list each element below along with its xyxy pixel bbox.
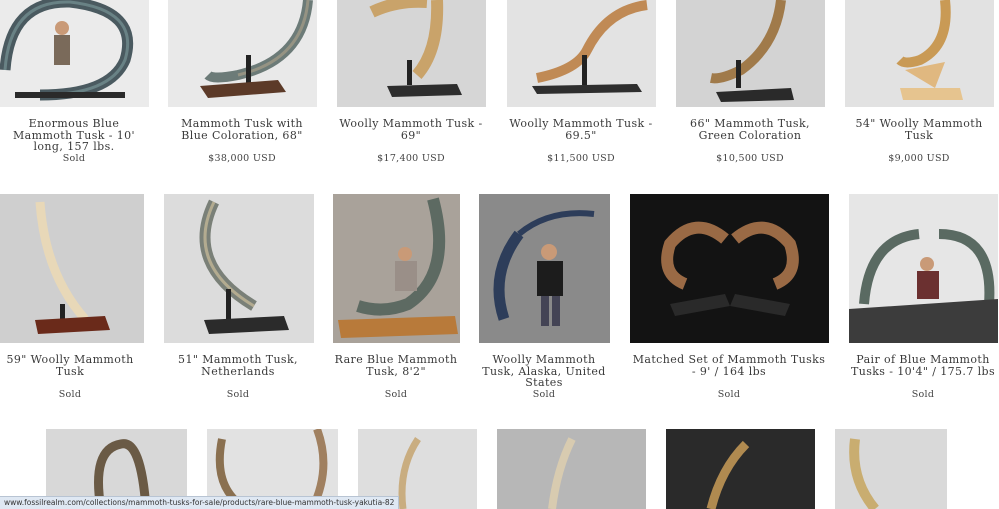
product-image[interactable] [849, 194, 998, 343]
product-title[interactable]: Woolly Mammoth Tusk - 69" [337, 118, 485, 141]
product-price: Sold [911, 389, 935, 400]
product-title[interactable]: 59" Woolly Mammoth Tusk [0, 354, 140, 377]
product-price: Sold [226, 389, 250, 400]
product-price: Sold [384, 389, 408, 400]
product-price: $9,000 USD [888, 153, 950, 164]
product-title[interactable]: Matched Set of Mammoth Tusks - 9' / 164 … [630, 354, 828, 377]
product-image[interactable] [479, 194, 610, 343]
product-title[interactable]: Woolly Mammoth Tusk, Alaska, United Stat… [479, 354, 609, 389]
product-image[interactable] [845, 0, 994, 107]
product-image[interactable] [666, 429, 815, 509]
product-price: Sold [717, 389, 741, 400]
product-image[interactable] [164, 194, 314, 343]
product-image[interactable] [676, 0, 825, 107]
product-image[interactable] [0, 194, 144, 343]
product-price: $11,500 USD [547, 153, 615, 164]
product-price: Sold [62, 153, 86, 164]
product-image[interactable] [497, 429, 646, 509]
product-price: Sold [532, 389, 556, 400]
product-image[interactable] [835, 429, 947, 509]
product-image[interactable] [507, 0, 656, 107]
product-title[interactable]: Rare Blue Mammoth Tusk, 8'2" [333, 354, 459, 377]
product-price: $10,500 USD [716, 153, 784, 164]
product-title[interactable]: 51" Mammoth Tusk, Netherlands [164, 354, 312, 377]
product-title[interactable]: Enormous Blue Mammoth Tusk - 10' long, 1… [0, 118, 148, 153]
product-image[interactable] [168, 0, 317, 107]
product-image[interactable] [0, 0, 149, 107]
product-title[interactable]: Pair of Blue Mammoth Tusks - 10'4" / 175… [849, 354, 997, 377]
product-title[interactable]: 66" Mammoth Tusk, Green Coloration [676, 118, 824, 141]
product-title[interactable]: Mammoth Tusk with Blue Coloration, 68" [168, 118, 316, 141]
product-price: Sold [58, 389, 82, 400]
product-image[interactable] [337, 0, 486, 107]
product-title[interactable]: 54" Woolly Mammoth Tusk [845, 118, 993, 141]
product-title[interactable]: Woolly Mammoth Tusk - 69.5" [507, 118, 655, 141]
product-price: $38,000 USD [208, 153, 276, 164]
product-price: $17,400 USD [377, 153, 445, 164]
product-image[interactable] [630, 194, 829, 343]
status-bar-url: www.fossilrealm.com/collections/mammoth-… [0, 496, 400, 509]
product-image[interactable] [333, 194, 460, 343]
